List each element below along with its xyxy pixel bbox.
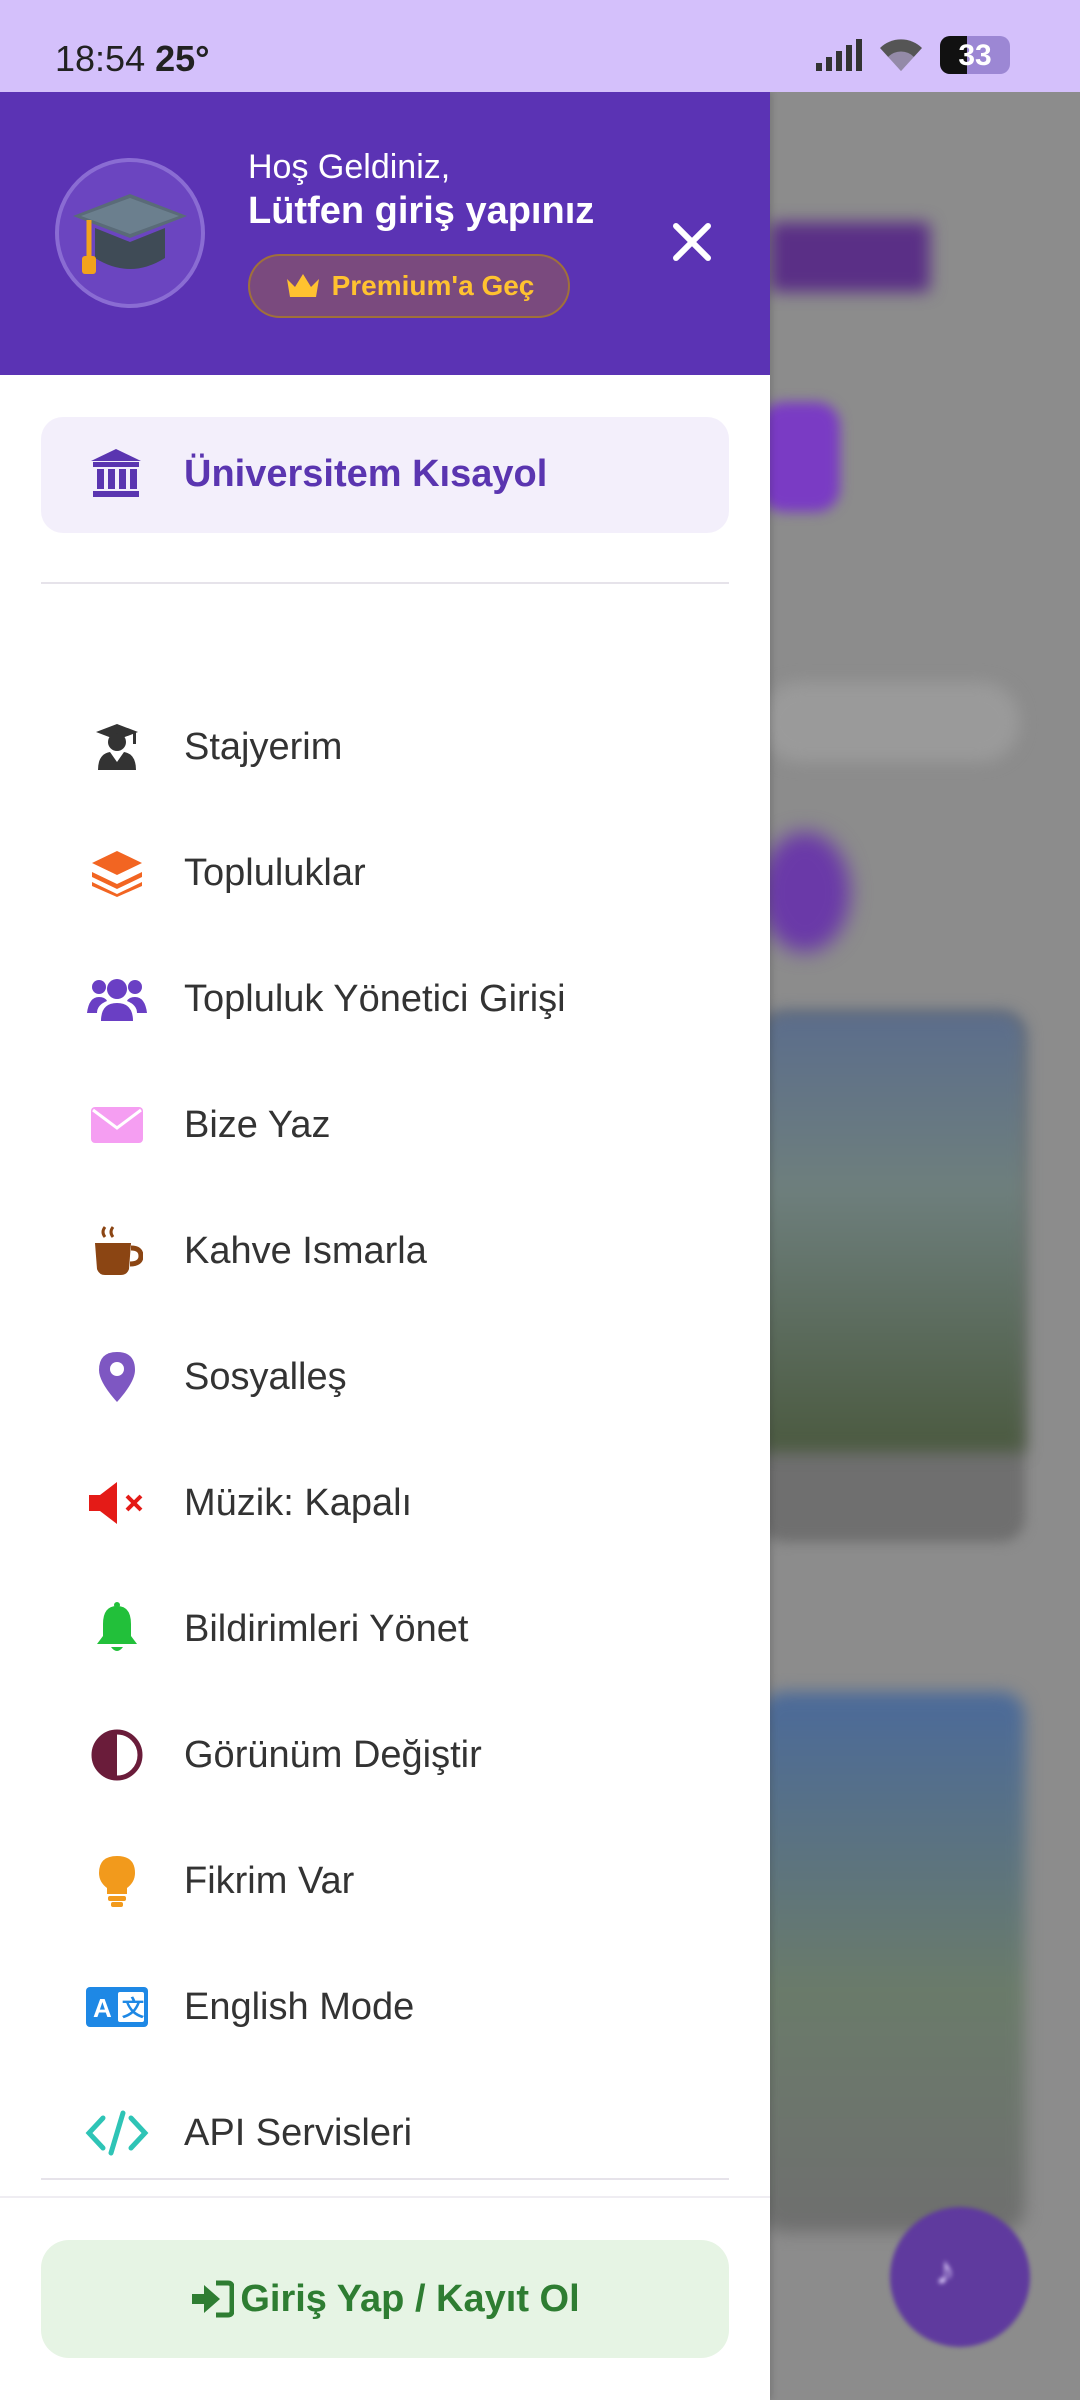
drawer-header: Hoş Geldiniz, Lütfen giriş yapınız Premi… [0, 92, 770, 375]
menu-item-stajyerim[interactable]: Stajyerim [0, 692, 770, 802]
menu-item-topluluklar[interactable]: Topluluklar [0, 818, 770, 928]
menu-item-label: Stajyerim [184, 726, 343, 768]
menu-item-label: Topluluk Yönetici Girişi [184, 978, 566, 1020]
users-icon [83, 970, 151, 1028]
footer-divider [0, 2196, 770, 2198]
premium-label: Premium'a Geç [331, 270, 535, 301]
svg-text:文: 文 [122, 1996, 145, 2021]
lightbulb-icon [83, 1852, 151, 1910]
battery-icon: 33 [940, 36, 1010, 74]
code-icon [83, 2104, 151, 2162]
menu-item-topluluk-yonetici[interactable]: Topluluk Yönetici Girişi [0, 944, 770, 1054]
university-shortcut[interactable]: Üniversitem Kısayol [41, 417, 729, 533]
menu-item-label: Görünüm Değiştir [184, 1734, 482, 1776]
login-register-button[interactable]: Giriş Yap / Kayıt Ol [41, 2240, 729, 2358]
status-icons: 33 [814, 36, 1010, 74]
shortcut-label: Üniversitem Kısayol [184, 453, 548, 495]
signal-icon [816, 39, 862, 71]
menu-item-gorunum[interactable]: Görünüm Değiştir [0, 1700, 770, 1810]
menu-item-kahve[interactable]: Kahve Ismarla [0, 1196, 770, 1306]
divider [41, 2178, 729, 2180]
menu-item-label: Bildirimleri Yönet [184, 1608, 469, 1650]
menu-item-label: English Mode [184, 1986, 415, 2028]
bell-icon [83, 1600, 151, 1658]
menu-item-label: Bize Yaz [184, 1104, 331, 1146]
translate-icon: A文 [83, 1978, 151, 2036]
coffee-icon [83, 1222, 151, 1280]
login-prompt: Lütfen giriş yapınız [248, 190, 595, 232]
welcome-text: Hoş Geldiniz, [248, 148, 451, 186]
menu-item-label: Kahve Ismarla [184, 1230, 427, 1272]
svg-text:A: A [93, 1993, 112, 2023]
location-pin-icon [83, 1348, 151, 1406]
close-icon [673, 223, 711, 261]
fab-button[interactable]: ♪ [890, 2207, 1030, 2347]
graduate-icon [83, 718, 151, 776]
menu-item-label: API Servisleri [184, 2112, 413, 2154]
crown-icon [286, 274, 319, 297]
status-bar: 18:54 25° 33 [0, 0, 1080, 92]
layers-icon [83, 844, 151, 902]
wifi-icon [880, 39, 922, 71]
login-register-label: Giriş Yap / Kayıt Ol [240, 2277, 580, 2320]
envelope-icon [83, 1096, 151, 1154]
avatar[interactable] [55, 158, 205, 308]
menu-item-muzik[interactable]: Müzik: Kapalı [0, 1448, 770, 1558]
menu-item-english-mode[interactable]: A文 English Mode [0, 1952, 770, 2062]
sign-in-icon [192, 2280, 235, 2318]
navigation-drawer: Hoş Geldiniz, Lütfen giriş yapınız Premi… [0, 92, 770, 2400]
menu-item-api-servisleri[interactable]: API Servisleri [0, 2078, 770, 2188]
menu-item-bildirimler[interactable]: Bildirimleri Yönet [0, 1574, 770, 1684]
menu-item-label: Sosyalleş [184, 1356, 347, 1398]
graduation-cap-icon [73, 194, 187, 274]
premium-button[interactable]: Premium'a Geç [248, 254, 570, 318]
menu-item-fikrim-var[interactable]: Fikrim Var [0, 1826, 770, 1936]
contrast-icon [83, 1726, 151, 1784]
status-temperature: 25° [155, 38, 210, 79]
menu-item-bize-yaz[interactable]: Bize Yaz [0, 1070, 770, 1180]
divider [41, 582, 729, 584]
menu-item-label: Fikrim Var [184, 1860, 355, 1902]
menu-item-label: Müzik: Kapalı [184, 1482, 413, 1524]
university-icon [91, 449, 141, 497]
close-button[interactable] [660, 210, 724, 274]
menu-item-label: Topluluklar [184, 852, 366, 894]
status-time: 18:54 25° [55, 38, 210, 79]
menu-item-sosyalles[interactable]: Sosyalleş [0, 1322, 770, 1432]
volume-mute-icon [83, 1474, 151, 1532]
